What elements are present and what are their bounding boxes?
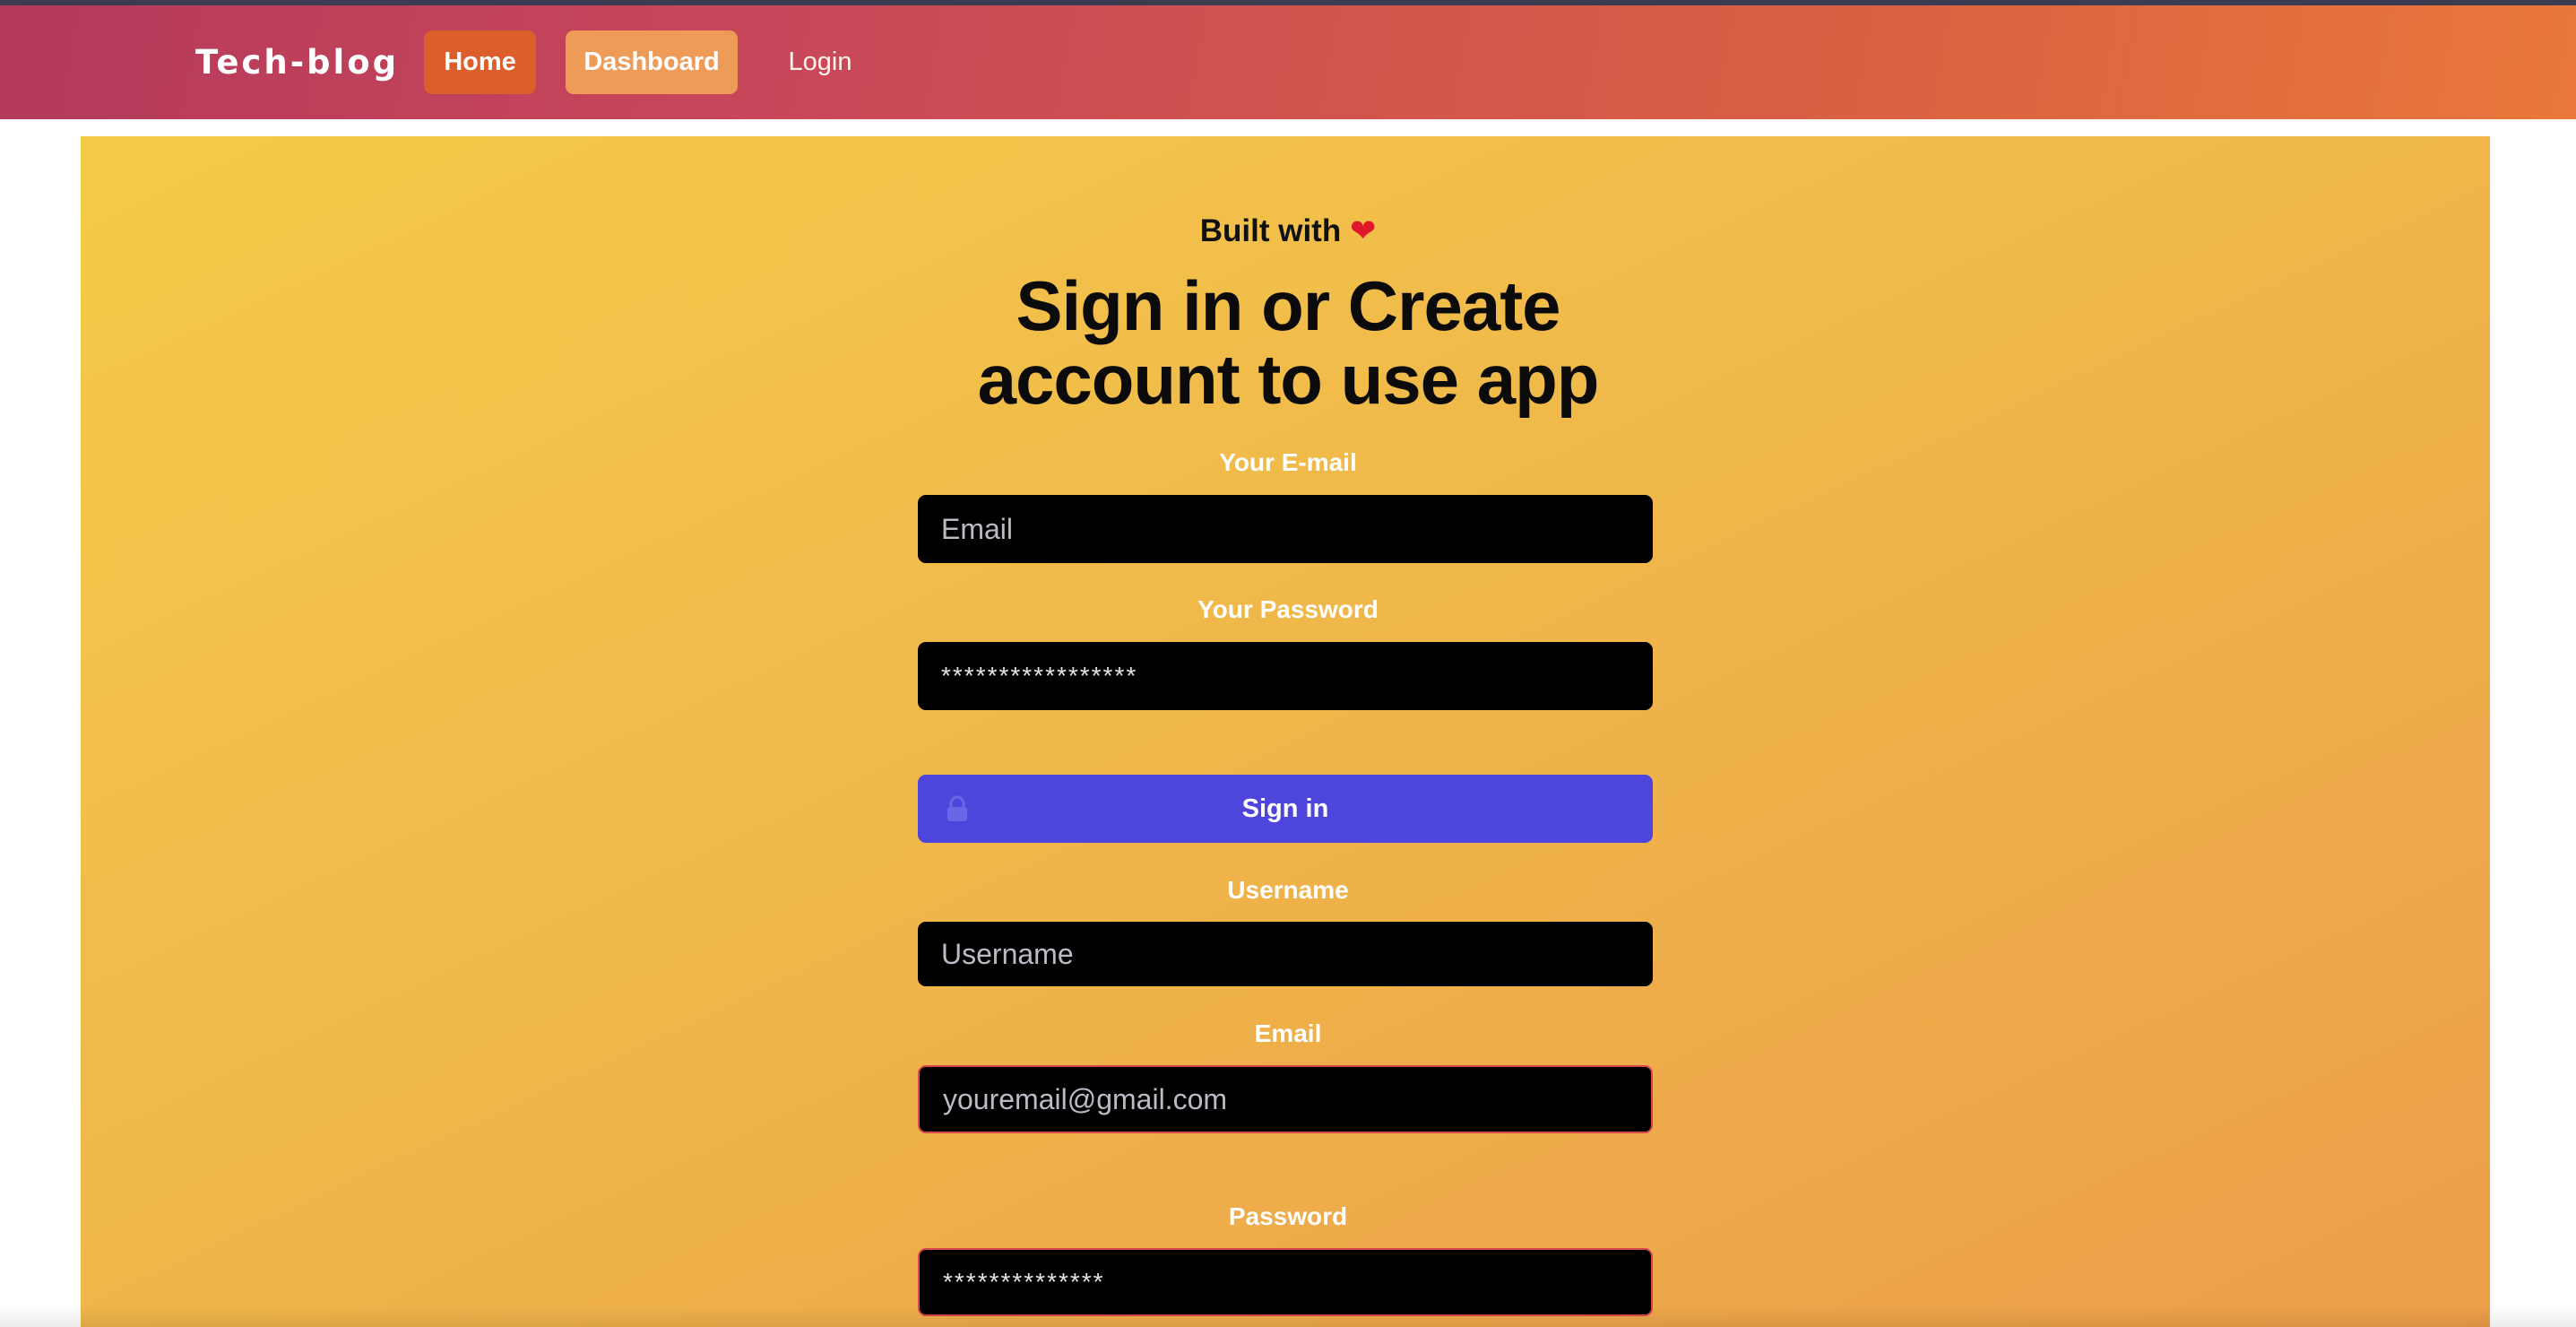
built-with-text: Built with ❤ — [0, 213, 2576, 249]
signin-button-label: Sign in — [1241, 794, 1329, 823]
login-email-label: Your E-mail — [1219, 448, 1357, 476]
heart-icon: ❤ — [1349, 213, 1377, 248]
signup-password-label: Password — [1228, 1202, 1348, 1230]
page-title-line-1: Sign in or Create — [1016, 266, 1560, 345]
login-password-input[interactable]: ***************** — [918, 642, 1653, 710]
login-password-label: Your Password — [1197, 595, 1379, 623]
page-title: Sign in or Create account to use app — [0, 269, 2576, 416]
bottom-shadow — [0, 1305, 2576, 1327]
nav-login-link[interactable]: Login — [771, 30, 869, 94]
nav-home-button[interactable]: Home — [424, 30, 536, 94]
signup-username-input[interactable] — [918, 922, 1653, 986]
built-with-label: Built with — [1199, 213, 1342, 248]
brand-logo[interactable]: Tech-blog — [195, 43, 399, 82]
signup-email-input[interactable] — [918, 1065, 1653, 1133]
signin-button[interactable]: Sign in — [918, 775, 1653, 843]
lock-icon — [947, 795, 967, 821]
navbar: Tech-blog Home Dashboard Login — [0, 5, 2576, 119]
signup-email-label: Email — [1254, 1019, 1322, 1047]
page-title-line-2: account to use app — [977, 340, 1600, 419]
nav-dashboard-button[interactable]: Dashboard — [566, 30, 738, 94]
login-email-input[interactable] — [918, 495, 1653, 563]
signup-username-label: Username — [1227, 876, 1349, 904]
